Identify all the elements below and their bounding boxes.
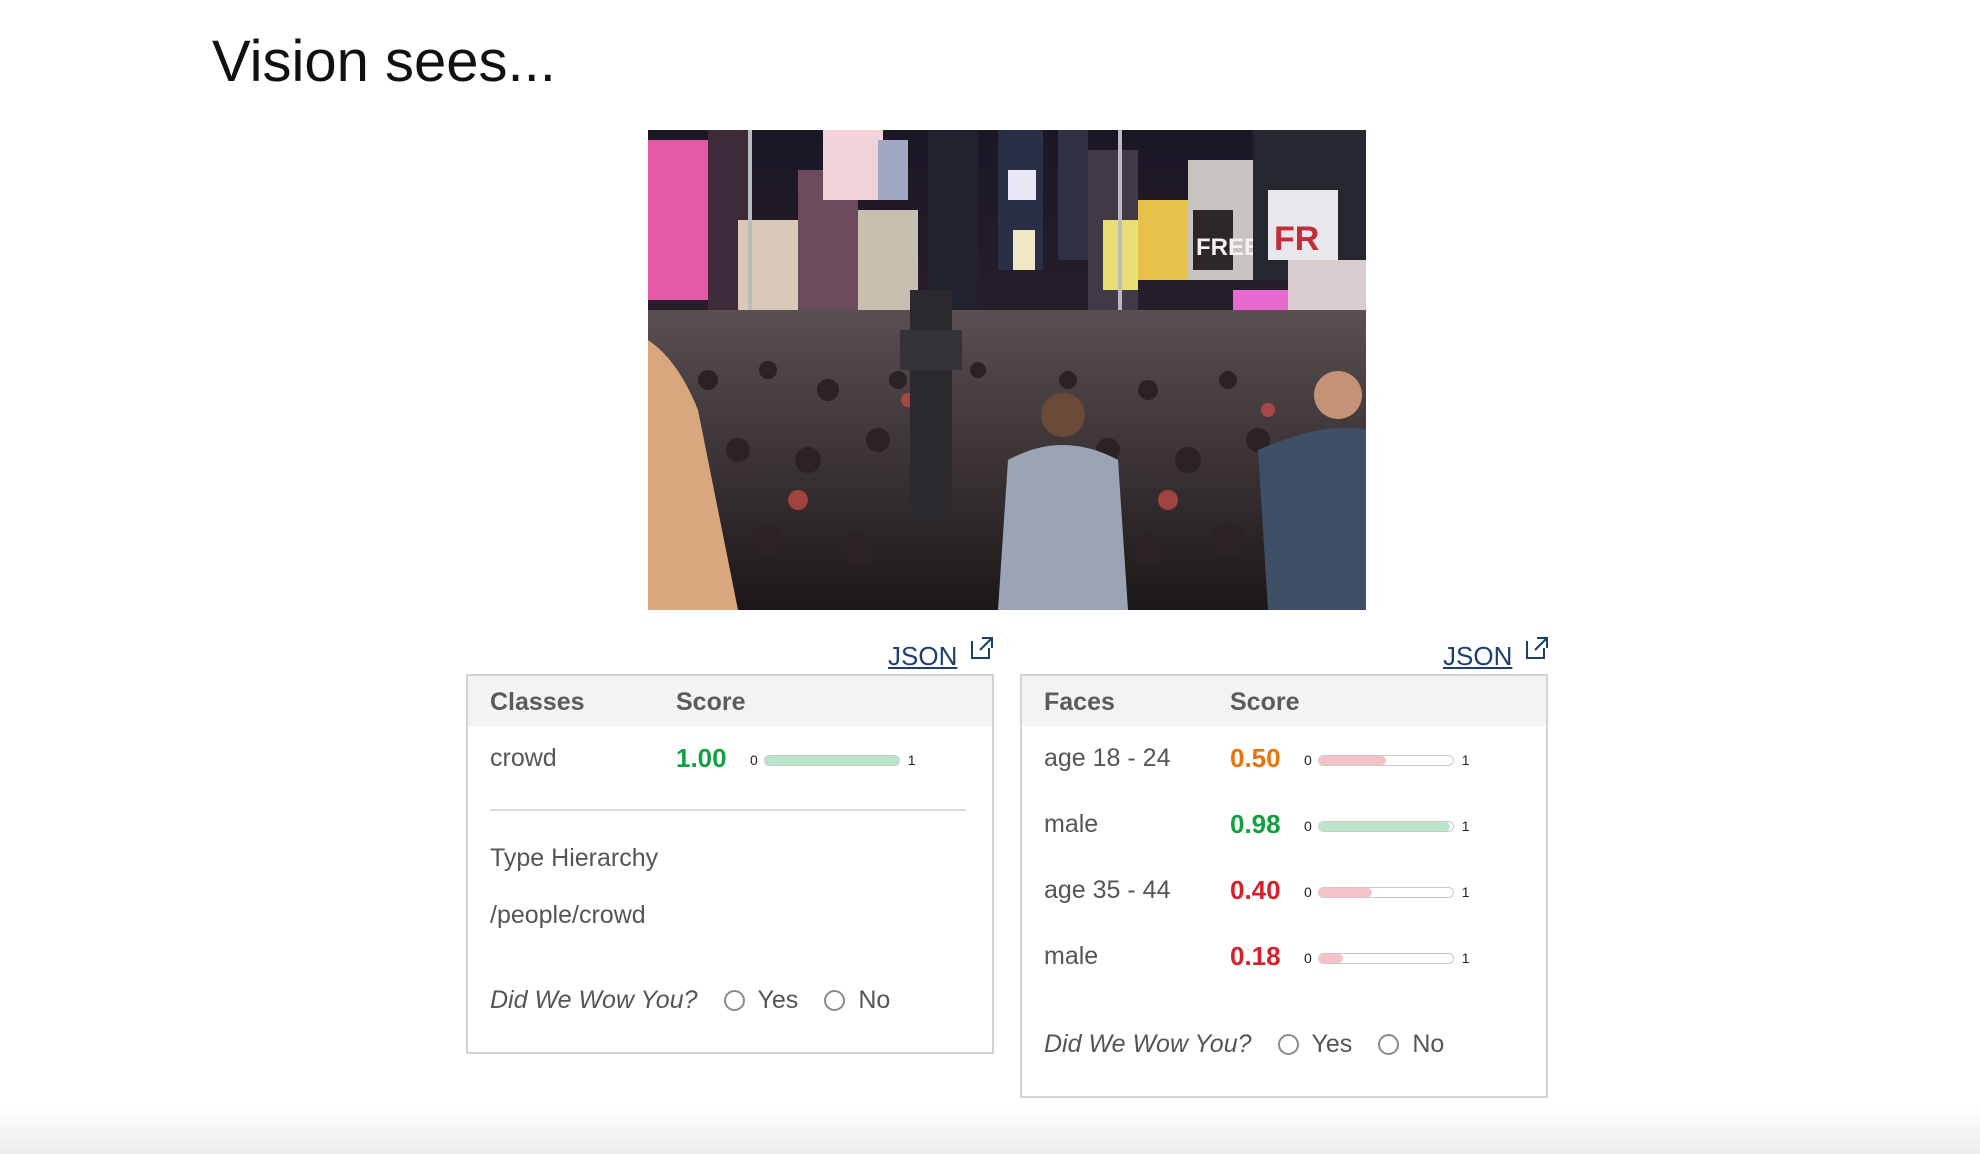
bar-fill xyxy=(764,755,899,765)
score-column-header: Score xyxy=(1230,688,1300,716)
feedback-question: Did We Wow You? xyxy=(490,986,698,1014)
bar-track xyxy=(1317,754,1454,766)
row-label: crowd xyxy=(490,744,557,772)
score-bar: 01 xyxy=(1304,752,1470,768)
faces-panel: Faces Score age 18 - 24 0.50 0 1 male 0.98 0 1 a… xyxy=(1020,674,1548,1098)
classes-table-header: Classes Score xyxy=(468,676,992,726)
bar-track xyxy=(1317,886,1454,898)
score-bar: 01 xyxy=(1304,950,1470,966)
divider xyxy=(490,809,966,811)
score-row: age 18 - 24 0.50 0 1 xyxy=(1022,726,1546,792)
score-value: 0.40 xyxy=(1230,875,1281,905)
bar-min-label: 0 xyxy=(1304,950,1312,966)
score-bar: 01 xyxy=(1304,884,1470,900)
bar-max-label: 1 xyxy=(1461,950,1470,966)
bar-track xyxy=(1317,820,1454,832)
bar-track xyxy=(1317,952,1454,964)
row-label: male xyxy=(1044,942,1099,970)
bar-max-label: 1 xyxy=(1461,884,1470,900)
feedback-yes-label: Yes xyxy=(1311,1030,1353,1058)
classes-json-link[interactable]: JSON xyxy=(888,637,995,672)
bar-fill xyxy=(1318,755,1386,765)
bar-max-label: 1 xyxy=(907,752,916,768)
feedback-row: Did We Wow You? Yes No xyxy=(1044,1030,1470,1059)
score-value: 0.50 xyxy=(1230,743,1281,773)
score-value: 0.18 xyxy=(1230,941,1281,971)
feedback-question: Did We Wow You? xyxy=(1044,1030,1252,1058)
row-label: age 18 - 24 xyxy=(1044,744,1171,772)
score-value: 1.00 xyxy=(676,743,727,773)
score-bar: 01 xyxy=(750,752,916,768)
faces-json-link-label: JSON xyxy=(1443,641,1513,671)
classes-column-header: Classes xyxy=(490,688,585,716)
radio-circle-icon[interactable] xyxy=(1378,1034,1400,1055)
external-link-icon xyxy=(1526,637,1549,659)
feedback-no-radio[interactable]: No xyxy=(1378,1030,1444,1059)
classes-json-link-label: JSON xyxy=(888,641,958,671)
page-title: Vision sees... xyxy=(212,29,556,94)
row-label: age 35 - 44 xyxy=(1044,876,1171,904)
bar-min-label: 0 xyxy=(750,752,758,768)
external-link-icon xyxy=(971,637,994,659)
type-hierarchy-value: /people/crowd xyxy=(490,901,646,929)
bar-fill xyxy=(1318,887,1373,897)
score-bar: 01 xyxy=(1304,818,1470,834)
bar-min-label: 0 xyxy=(1304,752,1312,768)
billboard-free: FREE xyxy=(1196,234,1260,261)
score-column-header: Score xyxy=(676,688,746,716)
feedback-no-label: No xyxy=(858,986,891,1014)
billboard-fr: FR xyxy=(1274,220,1319,258)
bar-max-label: 1 xyxy=(1461,818,1470,834)
score-row: crowd 1.00 0 1 xyxy=(468,726,992,792)
footer-shade xyxy=(0,1108,1980,1154)
row-label: male xyxy=(1044,810,1099,838)
type-hierarchy-label: Type Hierarchy xyxy=(490,844,659,872)
bar-max-label: 1 xyxy=(1461,752,1470,768)
score-row: male 0.18 0 1 xyxy=(1022,924,1546,990)
feedback-no-radio[interactable]: No xyxy=(824,986,890,1015)
feedback-yes-radio[interactable]: Yes xyxy=(1277,1030,1353,1059)
analyzed-photo: FREE FR xyxy=(648,130,1366,610)
bar-min-label: 0 xyxy=(1304,884,1312,900)
classes-panel: Classes Score crowd 1.00 0 1 Type Hierarchy… xyxy=(466,674,994,1054)
bar-min-label: 0 xyxy=(1304,818,1312,834)
radio-circle-icon[interactable] xyxy=(723,990,745,1011)
score-value: 0.98 xyxy=(1230,809,1281,839)
feedback-no-label: No xyxy=(1412,1030,1445,1058)
score-row: age 35 - 44 0.40 0 1 xyxy=(1022,858,1546,924)
faces-table-header: Faces Score xyxy=(1022,676,1546,726)
faces-json-link[interactable]: JSON xyxy=(1443,637,1550,672)
feedback-yes-radio[interactable]: Yes xyxy=(723,986,799,1015)
feedback-yes-label: Yes xyxy=(757,986,799,1014)
bar-fill xyxy=(1318,821,1451,831)
faces-column-header: Faces xyxy=(1044,688,1115,716)
radio-circle-icon[interactable] xyxy=(824,990,846,1011)
score-row: male 0.98 0 1 xyxy=(1022,792,1546,858)
feedback-row: Did We Wow You? Yes No xyxy=(490,986,916,1015)
radio-circle-icon[interactable] xyxy=(1277,1034,1299,1055)
bar-fill xyxy=(1318,953,1343,963)
bar-track xyxy=(763,754,900,766)
